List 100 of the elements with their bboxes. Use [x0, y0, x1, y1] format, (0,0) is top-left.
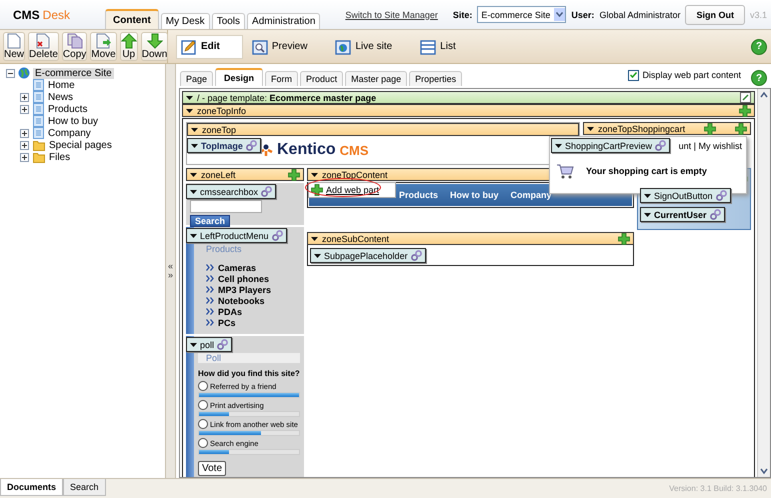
nav-item[interactable]: Company: [510, 190, 552, 200]
caret-icon: [311, 236, 318, 240]
panel-tab[interactable]: Search: [63, 479, 106, 496]
logo-figure-icon: [259, 144, 273, 156]
tree-item[interactable]: Files: [49, 152, 70, 162]
menu-title: Products: [205, 244, 243, 254]
edit-icon[interactable]: [740, 92, 751, 103]
radio-button[interactable]: [198, 381, 208, 391]
chain-icon[interactable]: [655, 140, 666, 151]
module-tab[interactable]: Administration: [247, 13, 320, 29]
chain-icon[interactable]: [410, 250, 422, 261]
caret-icon: [190, 172, 197, 176]
checkbox[interactable]: [628, 70, 640, 80]
folder-icon: [33, 152, 45, 162]
logo-text: Kentico: [277, 141, 336, 159]
editor-tab[interactable]: Properties: [409, 71, 462, 86]
product-menu-item[interactable]: Cell phones: [218, 274, 270, 284]
page-icon: [33, 103, 44, 115]
search-field[interactable]: [190, 200, 262, 213]
view-mode-button[interactable]: Edit: [176, 34, 243, 58]
tree-item[interactable]: Products: [48, 104, 88, 114]
panel-tab[interactable]: Documents: [0, 479, 64, 496]
product-menu-item[interactable]: PCs: [218, 318, 236, 328]
product-menu-item[interactable]: PDAs: [218, 306, 242, 316]
chain-icon[interactable]: [272, 230, 283, 241]
view-mode-button[interactable]: List: [415, 34, 475, 58]
zone-title: zoneTop: [202, 124, 236, 134]
caret-icon: [644, 212, 651, 216]
web-part-handle[interactable]: LeftProductMenu: [186, 228, 287, 243]
editor-tab[interactable]: Page: [180, 71, 214, 86]
expand-icon[interactable]: [20, 92, 29, 102]
web-part-handle[interactable]: poll: [186, 337, 232, 352]
collapse-arrow[interactable]: «: [168, 262, 173, 271]
chain-icon[interactable]: [217, 339, 228, 350]
vote-button[interactable]: Vote: [198, 461, 226, 476]
sign-out-button[interactable]: Sign Out: [685, 4, 745, 24]
scrollbar[interactable]: [757, 89, 770, 477]
tree-item[interactable]: Company: [48, 128, 91, 138]
switch-site-manager-link[interactable]: Switch to Site Manager: [345, 10, 438, 20]
page-with-arrow-icon: [96, 33, 112, 49]
nav-item[interactable]: How to buy: [450, 190, 499, 200]
expand-arrow[interactable]: »: [168, 271, 173, 280]
zone-title: zoneTopInfo: [197, 106, 246, 116]
view-mode-button[interactable]: Live site: [330, 34, 412, 58]
expand-icon[interactable]: [20, 140, 29, 150]
expand-icon[interactable]: [20, 152, 29, 162]
copy-pages-icon: [66, 33, 83, 49]
tree-item[interactable]: How to buy: [48, 116, 98, 126]
product-menu-item[interactable]: Cameras: [218, 262, 256, 272]
expand-icon[interactable]: [20, 128, 29, 138]
web-part-handle[interactable]: SubpagePlaceholder: [310, 248, 426, 263]
toolbar-button[interactable]: Delete: [28, 32, 59, 61]
toolbar-button[interactable]: Move: [90, 32, 117, 61]
toolbar-button[interactable]: Copy: [62, 32, 88, 61]
down-arrow-icon: [146, 33, 163, 49]
folder-icon: [33, 140, 45, 150]
web-part-handle[interactable]: ShoppingCartPreview: [551, 138, 670, 153]
magnifier-page-icon: [252, 38, 268, 54]
chain-icon[interactable]: [716, 190, 727, 201]
radio-button[interactable]: [198, 400, 208, 410]
toolbar-button[interactable]: Up: [120, 32, 138, 61]
radio-button[interactable]: [198, 419, 208, 429]
editor-tab[interactable]: Design: [215, 68, 264, 86]
tree-item[interactable]: Special pages: [49, 140, 112, 150]
tree-item[interactable]: E-commerce Site: [33, 68, 114, 78]
caret-icon: [555, 144, 562, 148]
tree-item[interactable]: News: [48, 92, 74, 102]
expand-icon[interactable]: [20, 104, 29, 114]
nav-item[interactable]: Products: [399, 190, 438, 200]
radio-button[interactable]: [198, 438, 208, 448]
toolbar-button[interactable]: Down: [140, 32, 168, 61]
view-mode-button[interactable]: Preview: [246, 34, 326, 58]
double-chevron-icon: [206, 319, 214, 326]
editor-tab[interactable]: Master page: [345, 71, 408, 86]
toolbar-button[interactable]: New: [3, 32, 26, 61]
version-label: v3.1: [750, 10, 767, 20]
web-part-handle[interactable]: CurrentUser: [640, 207, 725, 222]
site-label: Site:: [452, 10, 472, 20]
chain-icon[interactable]: [710, 209, 721, 220]
web-part-handle[interactable]: cmssearchbox: [186, 184, 276, 199]
editor-tab[interactable]: Form: [265, 71, 298, 86]
add-web-part-link[interactable]: Add web part: [308, 182, 396, 198]
list-icon: [420, 38, 436, 54]
web-part-handle[interactable]: TopImage: [187, 138, 261, 153]
page-with-x-icon: [36, 33, 50, 49]
caret-icon: [190, 190, 197, 194]
editor-tab[interactable]: Product: [300, 71, 344, 86]
module-tab[interactable]: Content: [105, 9, 159, 29]
search-button[interactable]: Search: [190, 215, 230, 227]
module-tab[interactable]: My Desk: [160, 13, 210, 29]
tree-item[interactable]: Home: [48, 80, 75, 90]
product-menu-item[interactable]: MP3 Players: [218, 284, 272, 294]
chain-icon[interactable]: [246, 140, 257, 151]
module-tab[interactable]: Tools: [212, 13, 246, 29]
product-menu-item[interactable]: Notebooks: [218, 296, 265, 306]
site-dropdown[interactable]: E-commerce Site: [477, 6, 566, 23]
collapse-icon[interactable]: [6, 68, 15, 78]
chain-icon[interactable]: [261, 186, 272, 197]
web-part-handle[interactable]: SignOutButton: [640, 188, 731, 203]
zone-title: zoneTopShoppingcart: [598, 124, 686, 134]
